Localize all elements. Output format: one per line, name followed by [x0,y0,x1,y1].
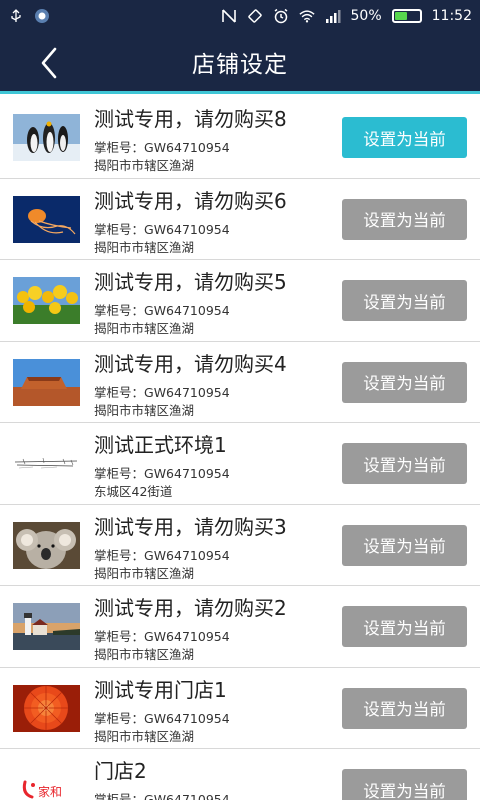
store-thumbnail [13,195,80,243]
store-address: 揭阳市市辖区渔湖 [94,565,195,581]
set-current-button[interactable]: 设置为当前 [342,361,467,403]
cabinet-label: 掌柜号： [94,629,145,644]
status-bar: 50% 11:52 [0,0,480,32]
cabinet-label: 掌柜号： [94,140,145,155]
store-thumbnail [13,684,80,732]
logo-text: 家和 [38,784,62,799]
cabinet-number: 掌柜号：GW64710954 [94,708,230,727]
set-current-button[interactable]: 设置为当前 [342,117,467,158]
clock: 11:52 [431,8,472,24]
store-address: 东城区42街道 [94,484,173,499]
set-current-button[interactable]: 设置为当前 [342,198,467,240]
store-address: 揭阳市市辖区渔湖 [94,158,195,173]
store-name: 测试专用门店1 [94,677,227,702]
cabinet-number: 掌柜号：GW64710954 [94,137,230,156]
store-address: 揭阳市市辖区渔湖 [94,321,195,336]
battery-icon [391,9,422,23]
store-name: 测试专用，请勿购买4 [94,351,287,376]
store-logo: 家和 [13,766,80,800]
list-item[interactable]: 测试专用，请勿购买2 掌柜号：GW64710954 揭阳市市辖区渔湖 设置为当前 [0,586,480,668]
set-current-button[interactable]: 设置为当前 [342,524,467,566]
store-name: 测试专用，请勿购买3 [94,514,287,539]
list-item[interactable]: 测试专用，请勿购买6 掌柜号：GW64710954 揭阳市市辖区渔湖 设置为当前 [0,178,480,260]
store-name: 测试专用，请勿购买5 [94,270,287,294]
store-thumbnail [13,603,80,650]
app-header: 店铺设定 [0,32,480,94]
store-thumbnail [13,114,80,161]
store-address: 揭阳市市辖区渔湖 [94,239,195,255]
store-thumbnail [13,440,80,487]
cabinet-number: 掌柜号：GW64710954 [94,463,230,482]
store-address: 揭阳市市辖区渔湖 [94,728,195,744]
cabinet-number: 掌柜号：GW64710954 [94,219,230,238]
set-current-button[interactable]: 设置为当前 [342,769,467,800]
cabinet-number: 掌柜号：GW64710954 [94,626,230,645]
back-icon [41,47,57,79]
cabinet-id: GW64710954 [144,221,230,237]
cabinet-id: GW64710954 [144,384,230,400]
set-current-button[interactable]: 设置为当前 [342,280,467,321]
cabinet-label: 掌柜号： [94,466,145,481]
store-thumbnail [13,521,80,569]
cabinet-id: GW64710954 [144,140,230,155]
cabinet-number: 掌柜号：GW64710954 [94,545,230,564]
signal-icon [325,8,341,24]
cabinet-number: 掌柜号：GW64710954 [94,382,230,401]
list-item[interactable]: 测试专用，请勿购买8 掌柜号：GW64710954 揭阳市市辖区渔湖 设置为当前 [0,97,480,179]
set-current-button[interactable]: 设置为当前 [342,606,467,647]
list-item[interactable]: 家和 门店2 掌柜号：GW64710954 设置为当前 [0,749,480,800]
set-current-button[interactable]: 设置为当前 [342,443,467,484]
wifi-icon [298,8,315,24]
cabinet-id: GW64710954 [144,547,230,563]
store-name: 测试专用，请勿购买6 [94,188,287,213]
cabinet-label: 掌柜号： [94,384,145,400]
cabinet-number: 掌柜号：GW64710954 [94,300,230,319]
store-address: 揭阳市市辖区渔湖 [94,402,195,418]
store-thumbnail [13,277,80,324]
cabinet-label: 掌柜号： [94,221,145,237]
store-address: 揭阳市市辖区渔湖 [94,647,195,662]
store-name: 测试专用，请勿购买8 [94,107,287,131]
nfc-icon [221,8,237,24]
store-name: 门店2 [94,759,147,783]
store-list: 测试专用，请勿购买8 掌柜号：GW64710954 揭阳市市辖区渔湖 设置为当前… [0,97,480,800]
store-thumbnail [13,358,80,406]
list-item[interactable]: 测试专用，请勿购买4 掌柜号：GW64710954 揭阳市市辖区渔湖 设置为当前 [0,341,480,423]
store-name: 测试专用，请勿购买2 [94,596,287,620]
page-title: 店铺设定 [192,51,288,78]
list-item[interactable]: 测试正式环境1 掌柜号：GW64710954 东城区42街道 设置为当前 [0,423,480,505]
notification-icon [34,8,50,24]
back-button[interactable] [34,46,64,80]
cabinet-id: GW64710954 [144,466,230,481]
list-item[interactable]: 测试专用，请勿购买3 掌柜号：GW64710954 揭阳市市辖区渔湖 设置为当前 [0,504,480,586]
cabinet-id: GW64710954 [144,303,230,318]
store-name: 测试正式环境1 [94,433,227,457]
usb-icon [8,8,24,24]
list-item[interactable]: 测试专用门店1 掌柜号：GW64710954 揭阳市市辖区渔湖 设置为当前 [0,667,480,749]
battery-percent: 50% [350,8,382,24]
cabinet-label: 掌柜号： [94,303,145,318]
alarm-icon [273,8,289,24]
cabinet-label: 掌柜号： [94,710,145,726]
cabinet-id: GW64710954 [144,629,230,644]
cabinet-label: 掌柜号： [94,792,145,800]
cabinet-number: 掌柜号：GW64710954 [94,789,230,800]
cabinet-id: GW64710954 [144,710,230,726]
cabinet-id: GW64710954 [144,792,230,800]
list-item[interactable]: 测试专用，请勿购买5 掌柜号：GW64710954 揭阳市市辖区渔湖 设置为当前 [0,260,480,342]
set-current-button[interactable]: 设置为当前 [342,687,467,729]
cabinet-label: 掌柜号： [94,547,145,563]
rotate-icon [247,8,263,24]
